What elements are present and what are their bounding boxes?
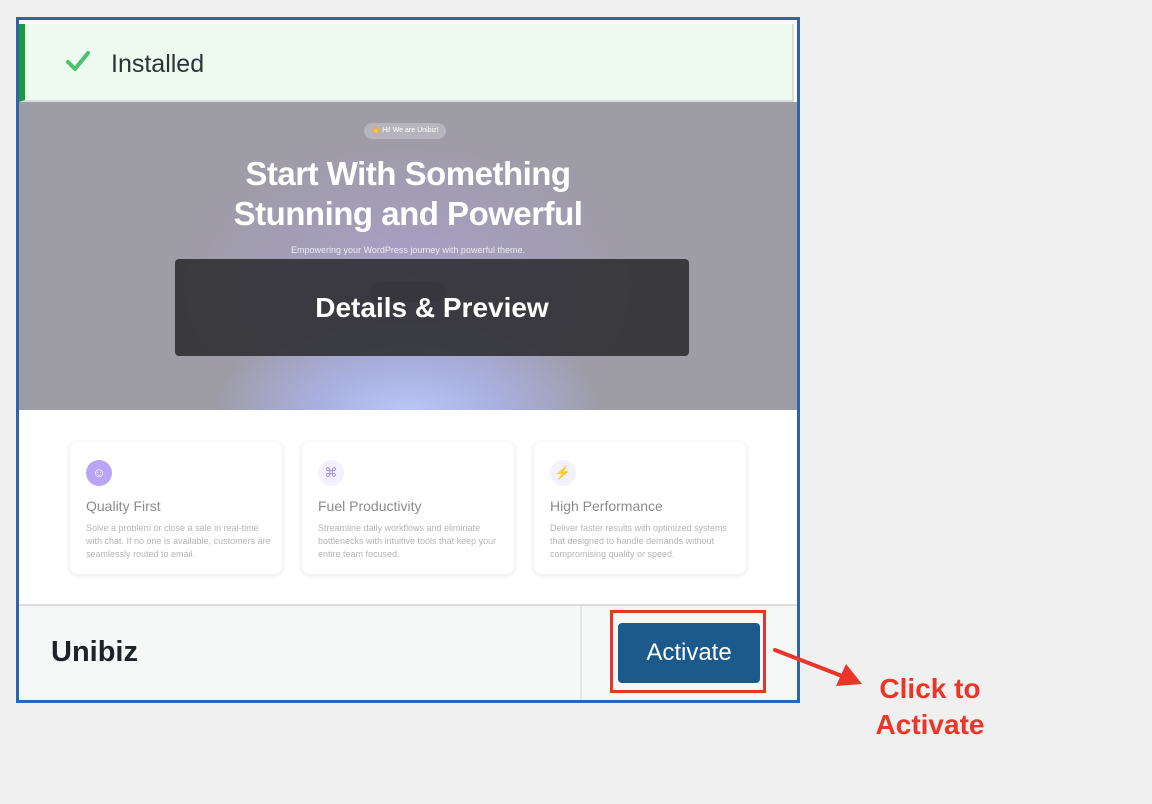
feature-card: ⚡ High Performance Deliver faster result…	[534, 442, 746, 574]
hero-subtitle: Empowering your WordPress journey with p…	[291, 245, 525, 255]
hero-section: 👋 Hi! We are Unibiz! Start With Somethin…	[19, 102, 797, 410]
feature-text: Solve a problem or close a sale in real-…	[86, 523, 271, 559]
feature-text: Deliver faster results with optimized sy…	[550, 523, 728, 559]
notice-text: Installed	[111, 50, 205, 78]
hero-title-line1: Start With Something	[245, 155, 571, 192]
hero-title: Start With Something Stunning and Powerf…	[19, 154, 797, 234]
feature-title: High Performance	[550, 498, 663, 514]
command-icon: ⌘	[318, 460, 344, 486]
features-section: ☺ Quality First Solve a problem or close…	[19, 410, 797, 602]
callout-line1: Click to	[879, 673, 981, 704]
installed-notice: Installed	[19, 24, 794, 102]
feature-card: ⌘ Fuel Productivity Streamline daily wor…	[302, 442, 514, 574]
hero-title-line2: Stunning and Powerful	[233, 195, 583, 232]
hero-badge: 👋 Hi! We are Unibiz!	[364, 123, 446, 139]
arrow-icon	[773, 648, 862, 686]
click-to-activate-callout: Click to Activate	[860, 671, 1000, 743]
feature-text: Streamline daily workflows and eliminate…	[318, 523, 497, 559]
details-preview-button[interactable]: Details & Preview	[175, 259, 689, 356]
theme-card[interactable]: Installed 👋 Hi! We are Unibiz! Start Wit…	[16, 17, 800, 703]
checkmark-icon	[66, 51, 90, 71]
theme-name: Unibiz	[51, 636, 138, 668]
lightning-icon: ⚡	[550, 460, 576, 486]
feature-title: Fuel Productivity	[318, 498, 422, 514]
highlight-box	[610, 610, 766, 693]
feature-title: Quality First	[86, 498, 161, 514]
smile-icon: ☺	[86, 460, 112, 486]
callout-line2: Activate	[875, 709, 985, 740]
divider	[580, 606, 582, 700]
theme-screenshot[interactable]: 👋 Hi! We are Unibiz! Start With Somethin…	[19, 102, 797, 602]
feature-card: ☺ Quality First Solve a problem or close…	[70, 442, 282, 574]
